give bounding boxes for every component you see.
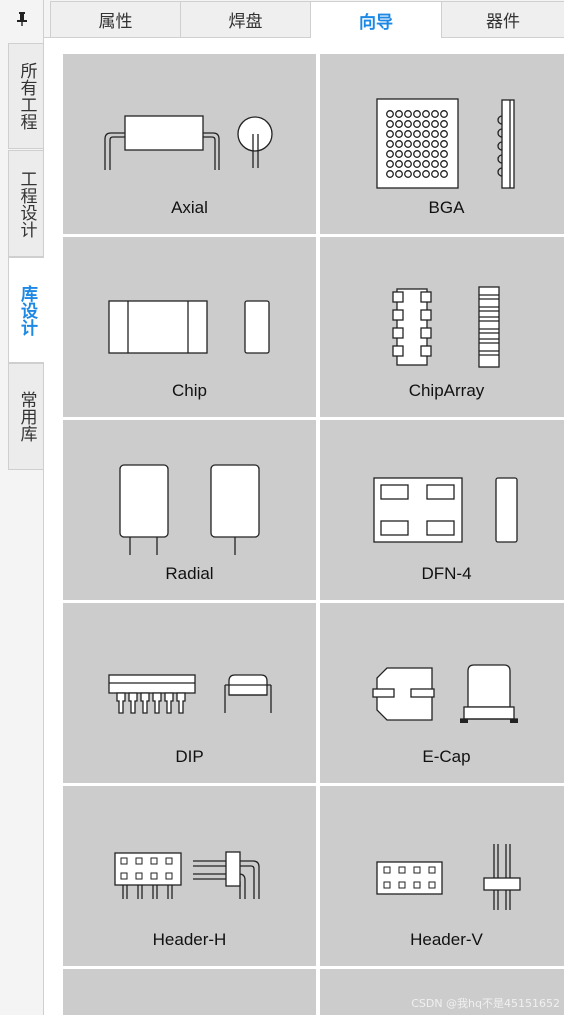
wizard-tile-axial[interactable]: Axial	[63, 54, 316, 234]
wizard-label: Header-H	[152, 930, 227, 949]
wizard-tile-bga[interactable]: BGA	[320, 54, 564, 234]
wizard-tile-chiparray[interactable]: ChipArray	[320, 237, 564, 417]
tab-pads[interactable]: 焊盘	[180, 1, 311, 37]
side-tab-all-projects[interactable]: 所有工程	[8, 43, 43, 149]
wizard-tile-chip[interactable]: Chip	[63, 237, 316, 417]
side-tab-rail: 所有工程 工程设计 库设计 常用库	[0, 0, 44, 1015]
wizard-label: BGA	[428, 198, 465, 217]
side-tab-project-design[interactable]: 工程设计	[8, 150, 43, 257]
side-tab-library-design[interactable]: 库设计	[8, 257, 44, 363]
wizard-tile-dfn4[interactable]: DFN-4	[320, 420, 564, 600]
wizard-tile-header-v[interactable]: Header-V	[320, 786, 564, 966]
wizard-tile-radial[interactable]: Radial	[63, 420, 316, 600]
wizard-label: E-Cap	[422, 747, 471, 766]
wizard-label: Axial	[171, 198, 208, 217]
top-tab-bar: 属性 焊盘 向导 器件	[44, 0, 564, 38]
tab-components[interactable]: 器件	[441, 1, 564, 37]
wizard-label: Chip	[172, 381, 207, 400]
wizard-label: DIP	[175, 747, 204, 766]
wizard-tile-ecap[interactable]: E-Cap	[320, 603, 564, 783]
side-tab-common-library[interactable]: 常用库	[8, 363, 43, 470]
wizard-tile-dip[interactable]: DIP	[63, 603, 316, 783]
wizard-label: Header-V	[410, 930, 483, 949]
wizard-tile-header-h[interactable]: Header-H	[63, 786, 316, 966]
tab-wizard[interactable]: 向导	[310, 1, 442, 38]
wizard-label: Radial	[165, 564, 214, 583]
pin-icon[interactable]	[8, 0, 36, 38]
wizard-grid: Axial BGA Chip ChipArray Radial DFN-4 DI…	[44, 38, 564, 1015]
wizard-label: DFN-4	[421, 564, 472, 583]
tab-properties[interactable]: 属性	[50, 1, 181, 37]
watermark-text: CSDN @我hq不是45151652	[411, 997, 560, 1010]
wizard-label: ChipArray	[408, 381, 485, 400]
wizard-tile-partial[interactable]	[63, 969, 316, 1015]
